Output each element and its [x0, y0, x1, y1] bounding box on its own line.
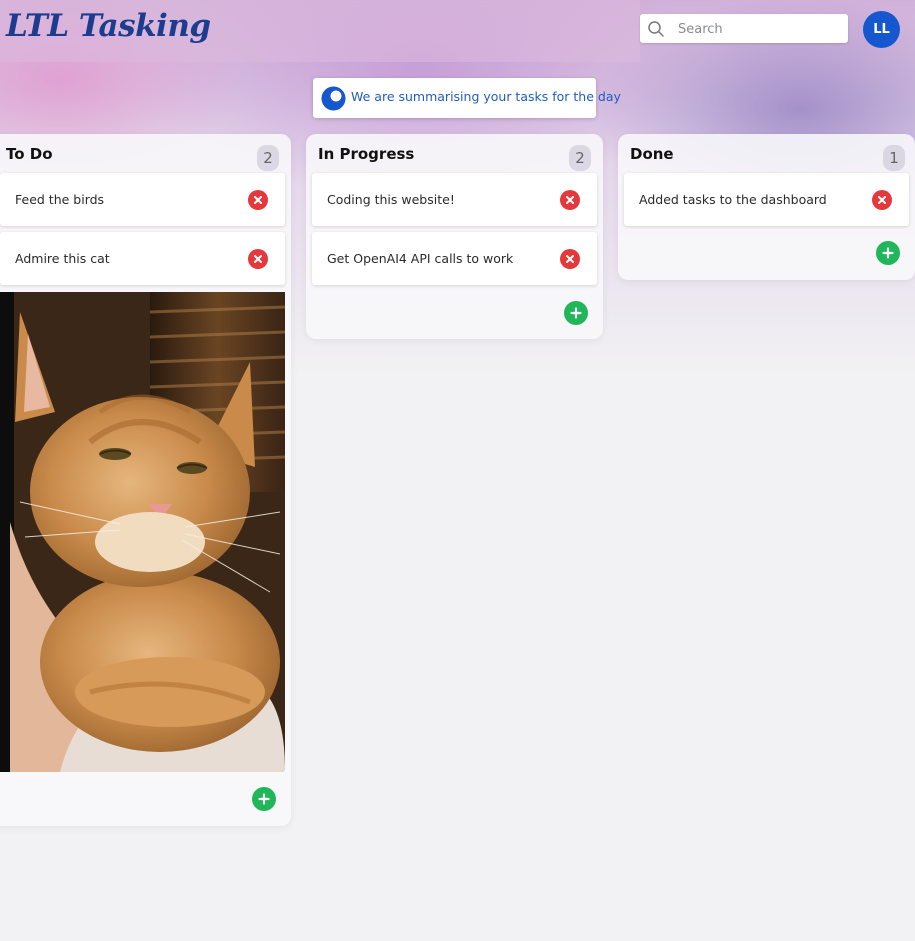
- column-title: To Do: [6, 145, 53, 163]
- search-box[interactable]: [640, 14, 848, 43]
- task-card[interactable]: Feed the birds: [0, 173, 285, 226]
- task-card[interactable]: Added tasks to the dashboard: [624, 173, 909, 226]
- task-label: Coding this website!: [327, 192, 455, 207]
- task-label: Added tasks to the dashboard: [639, 192, 827, 207]
- delete-task-button[interactable]: [248, 249, 268, 269]
- add-task-button[interactable]: [564, 301, 588, 325]
- task-card[interactable]: Coding this website!: [312, 173, 597, 226]
- task-card[interactable]: Admire this cat: [0, 232, 285, 285]
- column-title: Done: [630, 145, 674, 163]
- close-icon: [878, 196, 886, 204]
- cat-illustration: [0, 292, 285, 772]
- user-avatar[interactable]: LL: [863, 11, 900, 48]
- app-logo[interactable]: LTL Tasking: [6, 8, 211, 44]
- task-label: Feed the birds: [15, 192, 105, 207]
- column-count-badge: 2: [257, 145, 279, 171]
- search-input[interactable]: [676, 18, 845, 40]
- close-icon: [254, 196, 262, 204]
- close-icon: [566, 255, 574, 263]
- task-label: Get OpenAI4 API calls to work: [327, 251, 514, 266]
- task-label: Admire this cat: [15, 251, 110, 266]
- cat-photo: [0, 292, 285, 772]
- add-task-button[interactable]: [252, 787, 276, 811]
- column-title: In Progress: [318, 145, 415, 163]
- column-count-badge: 1: [883, 145, 905, 171]
- summary-banner-text: We are summarising your tasks for the da…: [351, 89, 621, 104]
- top-bar: LTL Tasking LL: [0, 0, 915, 62]
- delete-task-button[interactable]: [560, 249, 580, 269]
- column-count-badge: 2: [569, 145, 591, 171]
- close-icon: [254, 255, 262, 263]
- spinner-icon: [321, 86, 346, 111]
- delete-task-button[interactable]: [872, 190, 892, 210]
- delete-task-button[interactable]: [560, 190, 580, 210]
- add-task-button[interactable]: [876, 241, 900, 265]
- plus-icon: [570, 307, 582, 319]
- close-icon: [566, 196, 574, 204]
- search-icon: [648, 21, 664, 37]
- task-card[interactable]: Get OpenAI4 API calls to work: [312, 232, 597, 285]
- summary-banner: We are summarising your tasks for the da…: [313, 78, 621, 118]
- plus-icon: [258, 793, 270, 805]
- plus-icon: [882, 247, 894, 259]
- delete-task-button[interactable]: [248, 190, 268, 210]
